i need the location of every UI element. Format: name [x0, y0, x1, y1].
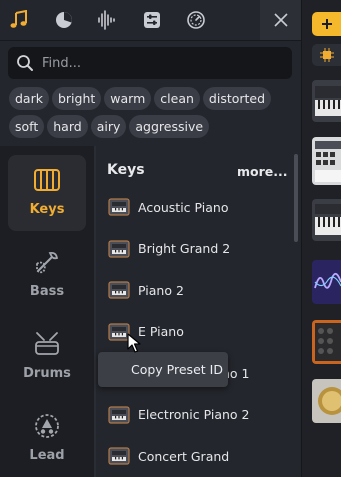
preset-keyboard-icon [100, 239, 138, 258]
preset-item[interactable]: Electronic Piano 2 [100, 398, 290, 432]
search-input[interactable] [42, 55, 292, 71]
preset-label: Electronic Piano 2 [138, 407, 250, 422]
fx-device-icon [312, 260, 341, 304]
device-thumbnail-fx[interactable] [312, 260, 341, 304]
preset-item[interactable]: Piano 2 [100, 273, 290, 307]
list-heading: Keys [107, 162, 145, 178]
close-icon [273, 13, 288, 27]
plus-icon [321, 19, 332, 29]
category-label: Lead [29, 448, 65, 463]
add-button[interactable] [312, 12, 341, 36]
chip-button[interactable] [312, 44, 341, 66]
tab-effects[interactable] [137, 6, 167, 34]
drum-machine-icon [312, 320, 341, 364]
preset-item[interactable]: Bright Grand 2 [100, 232, 290, 266]
preset-item[interactable]: Acoustic Piano [100, 190, 290, 224]
sidebar-divider [94, 146, 96, 477]
tag-warm[interactable]: warm [104, 87, 152, 110]
lead-icon [33, 411, 61, 441]
preset-keyboard-icon [100, 405, 138, 424]
preset-label: Acoustic Piano [138, 199, 229, 215]
tag-bright[interactable]: bright [51, 87, 102, 110]
tag-filter-list: dark bright warm clean distorted soft ha… [9, 87, 295, 138]
preset-keyboard-icon [100, 281, 138, 299]
category-label: Drums [23, 366, 71, 381]
device-thumbnail-synth[interactable] [312, 137, 341, 185]
category-bass[interactable]: Bass [8, 237, 86, 313]
device-thumbnail-drum-machine[interactable] [312, 320, 341, 364]
preset-label: Piano 2 [138, 282, 184, 298]
category-drums[interactable]: Drums [8, 319, 86, 395]
keyboard-device-icon [312, 80, 341, 122]
synth-device-icon [312, 137, 341, 185]
category-keys[interactable]: Keys [8, 155, 86, 231]
tab-instruments[interactable] [4, 6, 34, 34]
preset-label: E Piano [138, 324, 184, 339]
device-thumbnail-keyboard[interactable] [312, 199, 341, 241]
knob-device-icon [312, 379, 341, 423]
bass-icon [34, 247, 60, 277]
tab-performance[interactable] [181, 6, 211, 34]
mouse-cursor-icon [127, 333, 141, 353]
preset-keyboard-icon [100, 447, 138, 465]
device-thumbnail-piano[interactable] [312, 80, 341, 122]
tab-mixer[interactable] [49, 6, 79, 34]
music-note-icon [10, 10, 27, 28]
tag-hard[interactable]: hard [47, 115, 88, 138]
preset-browser-panel: dark bright warm clean distorted soft ha… [0, 0, 301, 477]
preset-item[interactable]: Concert Grand [100, 439, 290, 473]
chip-icon [319, 48, 334, 62]
drums-icon [33, 329, 61, 359]
category-label: Bass [29, 284, 65, 299]
tag-soft[interactable]: soft [9, 115, 45, 138]
pie-chart-icon [56, 12, 72, 28]
category-label: Keys [29, 202, 65, 217]
tab-bar [0, 0, 301, 41]
preset-keyboard-icon [100, 198, 138, 216]
tag-airy[interactable]: airy [90, 115, 127, 138]
list-scrollbar[interactable] [294, 154, 298, 242]
gauge-icon [187, 11, 205, 29]
more-link[interactable]: more... [237, 164, 288, 179]
context-menu-copy-preset-id[interactable]: Copy Preset ID [98, 352, 228, 387]
preset-label: Bright Grand 2 [138, 241, 231, 256]
waveform-icon [98, 10, 115, 30]
device-thumbnail-knob[interactable] [312, 379, 341, 423]
sliders-icon [144, 12, 160, 28]
search-icon [8, 54, 42, 72]
keys-icon [34, 165, 60, 195]
tab-samples[interactable] [92, 6, 122, 34]
context-menu-label: Copy Preset ID [131, 362, 223, 377]
tag-aggressive[interactable]: aggressive [129, 115, 210, 138]
tag-dark[interactable]: dark [9, 87, 49, 110]
tag-distorted[interactable]: distorted [202, 87, 272, 110]
close-button[interactable] [260, 0, 301, 40]
category-lead[interactable]: Lead [8, 401, 86, 477]
tag-clean[interactable]: clean [154, 87, 200, 110]
preset-label: Concert Grand [138, 448, 230, 464]
search-box [8, 47, 292, 79]
keyboard-device-icon [312, 199, 341, 241]
